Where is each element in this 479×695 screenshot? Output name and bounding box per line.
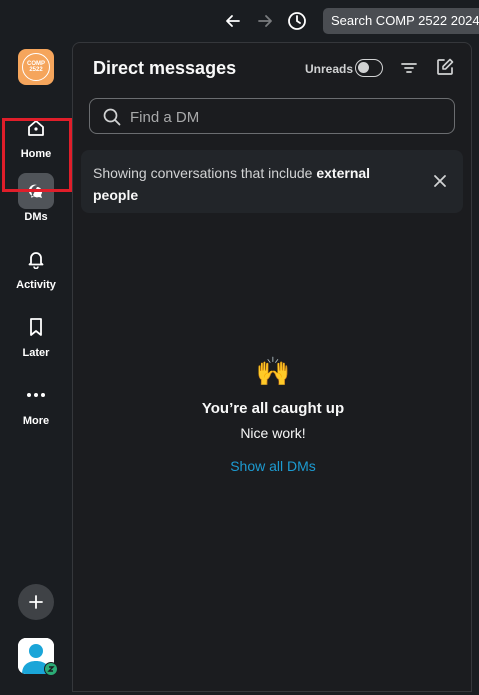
toggle-knob [358,62,369,73]
later-icon-wrap [18,309,54,345]
home-icon-wrap [18,110,54,146]
sidebar: COMP 2522 Home DMs Activity Later More [0,42,72,695]
unreads-toggle[interactable] [355,59,383,77]
compose-icon [437,58,454,75]
forward-button[interactable] [254,10,276,32]
search-icon [103,108,121,126]
sidebar-item-label: Home [20,148,52,160]
history-button[interactable] [286,10,308,32]
sidebar-item-label: Later [22,347,50,359]
dms-icon-wrap [18,173,54,209]
back-button[interactable] [222,10,244,32]
add-workspace-button[interactable] [18,584,54,620]
filter-button[interactable] [399,58,419,78]
banner-close-button[interactable] [431,172,449,190]
external-people-banner: Showing conversations that include exter… [81,150,463,213]
arrow-right-icon [258,15,272,27]
clock-icon [288,12,306,30]
unreads-label: Unreads [305,62,354,76]
workspace-search-button[interactable]: Search COMP 2522 2024 [323,8,479,34]
arrow-left-icon [226,15,240,27]
sidebar-item-label: DMs [24,211,48,223]
sidebar-item-home[interactable]: Home [0,110,72,160]
raised-hands-icon: 🙌 [255,356,291,387]
empty-state: 🙌 You’re all caught up Nice work! Show a… [73,355,473,476]
activity-icon-wrap [18,241,54,277]
plus-icon [29,595,43,609]
sidebar-item-label: Activity [16,279,56,291]
filter-icon [401,63,417,73]
banner-text-regular: Showing conversations that include [93,165,317,181]
empty-state-subtext: Nice work! [240,425,306,441]
more-dots-icon [27,393,45,397]
sidebar-item-more[interactable]: More [0,377,72,427]
close-icon [434,175,446,187]
more-icon-wrap [18,377,54,413]
find-dm-placeholder: Find a DM [130,109,200,126]
sidebar-item-dms[interactable]: DMs [0,173,72,223]
home-icon [28,120,44,136]
status-indicator [44,662,58,676]
sidebar-item-later[interactable]: Later [0,309,72,359]
sidebar-item-label: More [22,415,50,427]
find-dm-input[interactable]: Find a DM [89,98,455,134]
sidebar-item-activity[interactable]: Activity [0,241,72,291]
chat-bubbles-icon [28,184,42,198]
snooze-icon [45,663,57,675]
show-all-dms-link[interactable]: Show all DMs [230,458,316,474]
workspace-icon[interactable]: COMP 2522 [18,49,54,85]
direct-messages-panel: Direct messages Unreads Find a DM Showin… [72,42,472,692]
workspace-logo-line2: 2522 [29,67,43,73]
compose-button[interactable] [435,57,455,77]
page-title: Direct messages [93,58,237,78]
bookmark-icon [30,318,42,336]
banner-text: Showing conversations that include exter… [93,162,413,206]
workspace-logo: COMP 2522 [22,53,50,81]
top-bar: Search COMP 2522 2024 [0,0,479,42]
empty-state-heading: You’re all caught up [201,400,345,417]
bell-icon [28,252,44,269]
